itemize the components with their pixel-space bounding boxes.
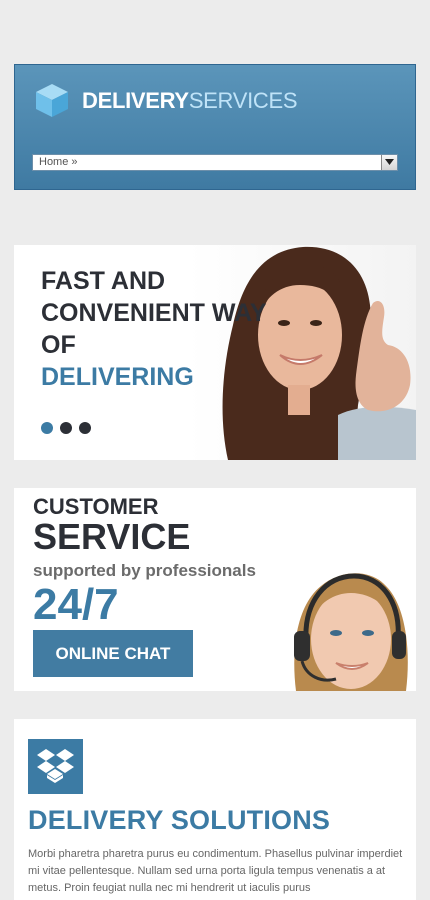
dropbox-icon [28, 739, 83, 794]
hero-slider: FAST AND CONVENIENT WAY OF DELIVERING [14, 245, 416, 460]
hero-line-3: OF [41, 331, 76, 359]
service-hours: 24/7 [33, 580, 119, 629]
solutions-text: Morbi pharetra pharetra purus eu condime… [28, 848, 403, 894]
delivery-solutions-section: DELIVERY SOLUTIONS Morbi pharetra pharet… [14, 719, 416, 900]
hero-line-4: DELIVERING [41, 363, 194, 391]
nav-select-value: Home » [39, 156, 78, 168]
site-header: DELIVERYSERVICES Home » [14, 64, 416, 190]
solutions-title: DELIVERY SOLUTIONS [28, 805, 331, 835]
hero-line-2: CONVENIENT WAY [41, 299, 267, 327]
service-subheading: supported by professionals [33, 561, 256, 580]
online-chat-button[interactable]: ONLINE CHAT [33, 630, 193, 677]
brand-bold: DELIVERY [82, 88, 189, 113]
hero-line-1: FAST AND [41, 267, 166, 295]
slider-pagination [41, 421, 98, 439]
site-logo[interactable]: DELIVERYSERVICES [82, 88, 298, 114]
slider-dot-1[interactable] [41, 422, 53, 434]
hero-headline: FAST AND CONVENIENT WAY OF DELIVERING [41, 265, 267, 393]
customer-service-banner: CUSTOMER SERVICE supported by profession… [14, 488, 416, 691]
service-heading-2: SERVICE [33, 516, 191, 557]
slider-dot-2[interactable] [60, 422, 72, 434]
nav-select[interactable]: Home » [32, 154, 398, 171]
brand-light: SERVICES [188, 88, 298, 113]
chevron-down-icon[interactable] [381, 155, 397, 170]
box-icon[interactable] [33, 81, 71, 119]
support-agent-image [294, 573, 408, 691]
slider-dot-3[interactable] [79, 422, 91, 434]
